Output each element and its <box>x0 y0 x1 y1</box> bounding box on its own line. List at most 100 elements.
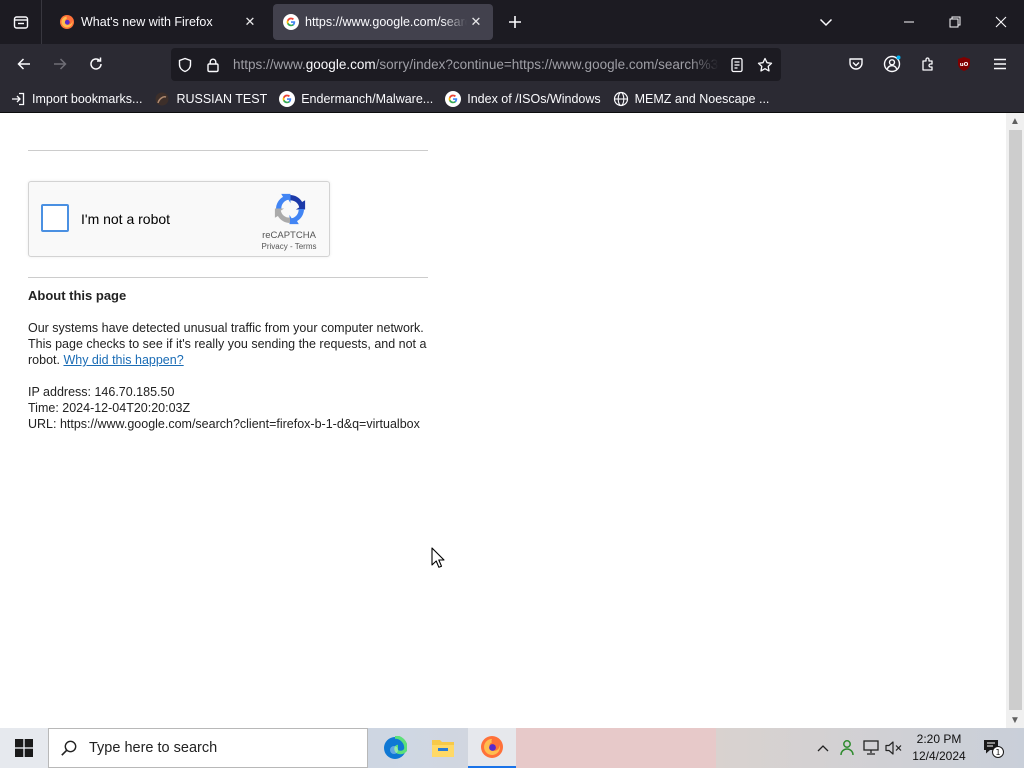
show-hidden-icons-button[interactable] <box>812 728 834 768</box>
request-info: IP address: 146.70.185.50 Time: 2024-12-… <box>28 384 428 432</box>
windows-taskbar: Type here to search 2:20 PM 12/4/2024 1 <box>0 728 1024 768</box>
privacy-link[interactable]: Privacy <box>262 242 288 251</box>
tab-strip: What's new with Firefox ✕ https://www.go… <box>0 0 1024 44</box>
recaptcha-label: I'm not a robot <box>81 211 171 227</box>
start-button[interactable] <box>0 728 48 768</box>
notification-count: 1 <box>995 748 1000 757</box>
firefox-view-icon <box>13 16 28 29</box>
recaptcha-logo-icon <box>274 193 306 225</box>
svg-text:uO: uO <box>960 62 969 68</box>
globe-icon <box>613 91 629 107</box>
bookmark-label: Import bookmarks... <box>32 91 143 106</box>
taskbar-search-box[interactable]: Type here to search <box>48 728 368 768</box>
recaptcha-links: Privacy - Terms <box>253 242 325 251</box>
forward-button[interactable] <box>45 49 75 79</box>
close-tab-icon[interactable]: ✕ <box>241 13 259 31</box>
ublock-origin-button[interactable]: uO <box>949 49 979 79</box>
restore-icon <box>949 16 961 28</box>
new-tab-button[interactable] <box>500 6 530 38</box>
chevron-up-icon <box>817 745 829 752</box>
tab-google-search[interactable]: https://www.google.com/search?client=fir… <box>273 4 493 40</box>
bookmark-label: Endermanch/Malware... <box>301 91 434 106</box>
minimize-button[interactable] <box>886 0 932 44</box>
volume-button[interactable] <box>883 728 905 768</box>
close-icon <box>995 16 1007 28</box>
search-icon <box>49 728 89 768</box>
app-menu-button[interactable] <box>985 49 1015 79</box>
scroll-up-icon[interactable]: ▲ <box>1006 113 1024 129</box>
bookmark-russian-test[interactable]: RUSSIAN TEST <box>154 91 267 107</box>
globe-dark-icon <box>154 91 170 107</box>
taskbar-edge[interactable] <box>371 728 419 768</box>
back-button[interactable] <box>9 49 39 79</box>
terms-link[interactable]: Terms <box>295 242 317 251</box>
account-button[interactable] <box>877 49 907 79</box>
speaker-muted-icon <box>885 741 902 755</box>
close-window-button[interactable] <box>978 0 1024 44</box>
notification-icon: 1 <box>984 740 1004 758</box>
firefox-icon <box>481 736 503 758</box>
clock-date: 12/4/2024 <box>912 749 966 763</box>
url-bar[interactable]: https://www.google.com/sorry/index?conti… <box>171 48 781 81</box>
windows-logo-icon <box>15 739 33 757</box>
list-all-tabs-button[interactable] <box>812 6 840 38</box>
reload-button[interactable] <box>81 49 111 79</box>
import-icon <box>10 91 26 107</box>
chevron-down-icon <box>819 18 833 27</box>
people-icon <box>840 740 854 756</box>
url-path: /sorry/index?continue=https://www.google… <box>375 57 719 72</box>
url-text[interactable]: https://www.google.com/sorry/index?conti… <box>233 48 719 81</box>
about-heading: About this page <box>28 288 127 303</box>
link-separator: - <box>287 242 295 251</box>
restore-button[interactable] <box>932 0 978 44</box>
scrollbar-thumb[interactable] <box>1009 130 1022 710</box>
bookmark-memz[interactable]: MEMZ and Noescape ... <box>613 91 770 107</box>
bookmark-endermanch[interactable]: Endermanch/Malware... <box>279 90 434 107</box>
clock-time: 2:20 PM <box>916 732 962 746</box>
unusual-traffic-message: Our systems have detected unusual traffi… <box>28 320 428 368</box>
taskbar-file-explorer[interactable] <box>419 728 467 768</box>
bookmark-index-isos[interactable]: Index of /ISOs/Windows <box>445 90 601 107</box>
url-domain: google.com <box>305 57 376 72</box>
hamburger-menu-icon <box>994 58 1006 70</box>
tab-whats-new[interactable]: What's new with Firefox ✕ <box>49 4 267 40</box>
bookmark-star-icon[interactable] <box>751 48 779 81</box>
recaptcha-brand: reCAPTCHA <box>262 230 316 241</box>
taskbar-clock[interactable]: 2:20 PM 12/4/2024 <box>906 731 972 765</box>
arrow-right-icon <box>54 58 67 70</box>
ublock-shield-icon: uO <box>958 57 970 71</box>
puzzle-icon <box>922 57 933 71</box>
tray-people-button[interactable] <box>836 728 858 768</box>
network-button[interactable] <box>860 728 882 768</box>
divider <box>28 150 428 151</box>
bookmark-import[interactable]: Import bookmarks... <box>10 91 142 107</box>
mouse-cursor-icon <box>431 547 445 568</box>
lock-icon[interactable] <box>199 48 227 81</box>
firefox-icon <box>60 15 74 29</box>
edge-icon <box>384 736 407 759</box>
vertical-scrollbar[interactable]: ▲ ▼ <box>1006 113 1024 728</box>
close-tab-icon[interactable]: ✕ <box>467 13 485 31</box>
ip-address: IP address: 146.70.185.50 <box>28 385 175 399</box>
tracking-protection-shield-icon[interactable] <box>171 48 199 81</box>
timestamp: Time: 2024-12-04T20:20:03Z <box>28 401 191 415</box>
scroll-down-icon[interactable]: ▼ <box>1006 712 1024 728</box>
taskbar-firefox[interactable] <box>468 728 516 768</box>
google-icon <box>283 14 299 30</box>
recaptcha-checkbox[interactable] <box>41 204 69 232</box>
action-center-button[interactable]: 1 <box>978 728 1008 768</box>
arrow-left-icon <box>17 58 30 70</box>
tab-title: https://www.google.com/search?client=fir… <box>305 15 467 29</box>
reader-view-icon[interactable] <box>723 48 751 81</box>
bookmarks-toolbar: Import bookmarks... RUSSIAN TEST Enderma… <box>0 85 1024 113</box>
account-icon <box>883 55 901 73</box>
bookmark-label: MEMZ and Noescape ... <box>634 91 770 106</box>
recaptcha-widget: I'm not a robot reCAPTCHA Privacy - Term… <box>28 181 330 257</box>
firefox-view-button[interactable] <box>0 0 42 44</box>
taskbar-empty-area <box>516 728 716 768</box>
folder-icon <box>432 740 454 757</box>
why-did-this-happen-link[interactable]: Why did this happen? <box>63 353 183 367</box>
page-content: I'm not a robot reCAPTCHA Privacy - Term… <box>0 113 1006 728</box>
pocket-button[interactable] <box>841 49 871 79</box>
extensions-button[interactable] <box>913 49 943 79</box>
